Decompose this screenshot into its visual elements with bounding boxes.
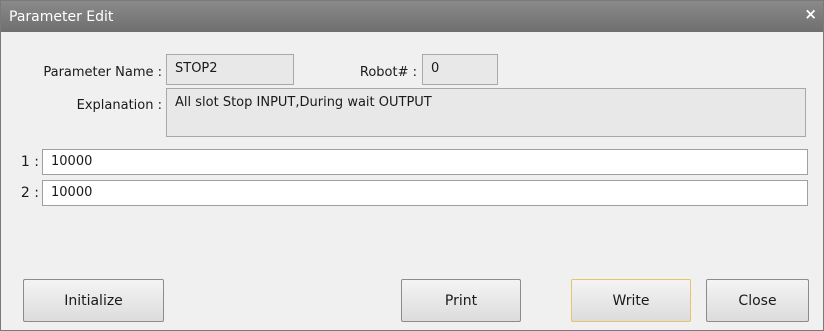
write-button[interactable]: Write	[571, 279, 691, 322]
robot-number-label: Robot# :	[359, 65, 417, 80]
window-title: Parameter Edit	[9, 9, 114, 25]
parameter-edit-dialog: Parameter Edit × Parameter Name : STOP2 …	[0, 0, 824, 331]
parameter-name-field: STOP2	[166, 54, 294, 85]
value-1-label: 1 :	[20, 154, 39, 170]
parameter-name-label: Parameter Name :	[43, 65, 162, 80]
robot-number-field: 0	[422, 54, 498, 85]
value-1-input[interactable]: 10000	[42, 149, 808, 175]
print-button[interactable]: Print	[401, 279, 521, 322]
explanation-field: All slot Stop INPUT,During wait OUTPUT	[166, 88, 806, 137]
close-button[interactable]: Close	[706, 279, 809, 322]
value-2-label: 2 :	[20, 185, 39, 201]
value-2-input[interactable]: 10000	[42, 180, 808, 206]
close-icon[interactable]: ×	[804, 5, 817, 23]
title-bar[interactable]: Parameter Edit ×	[1, 1, 823, 32]
initialize-button[interactable]: Initialize	[23, 279, 164, 322]
explanation-label: Explanation :	[76, 98, 162, 113]
